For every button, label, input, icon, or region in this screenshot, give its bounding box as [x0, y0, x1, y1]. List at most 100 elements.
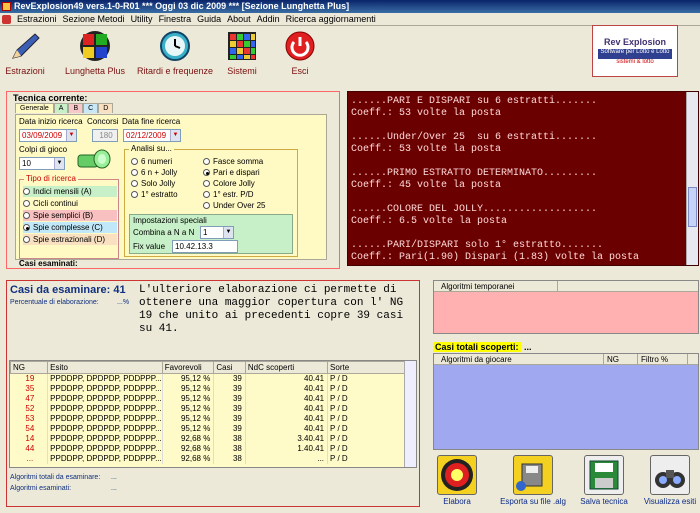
menu-estrazioni[interactable]: Estrazioni: [14, 13, 60, 25]
col-sorte[interactable]: Sorte: [327, 361, 406, 374]
tab-b[interactable]: B: [68, 103, 84, 113]
concorsi-field: 180: [92, 129, 118, 142]
sistemi-button[interactable]: Sistemi: [220, 30, 264, 76]
fix-value-label: Fix value: [133, 242, 166, 251]
algoritmi-esaminati-label: Algoritmi esaminati:: [10, 485, 72, 492]
console-line: ......PARI/DISPARI solo 1° estratto.....…: [351, 240, 604, 251]
output-console: ......PARI E DISPARI su 6 estratti......…: [347, 91, 699, 266]
radio-spie-semplici[interactable]: Spie semplici (B): [23, 210, 117, 221]
data-inizio-picker[interactable]: 03/09/2009 ▼: [19, 129, 77, 142]
tab-generale[interactable]: Generale: [15, 103, 54, 113]
window-title: RevExplosion49 vers.1-0-R01 *** Oggi 03 …: [14, 1, 350, 11]
menu-app-icon[interactable]: [2, 15, 11, 24]
combina-select[interactable]: 1 ▼: [200, 226, 234, 239]
console-line: ......PRIMO ESTRATTO DETERMINATO........…: [351, 168, 598, 179]
concorsi-label: Concorsi: [87, 117, 119, 126]
data-fine-picker[interactable]: 02/12/2009 ▼: [123, 129, 181, 142]
col-ndc-scoperti[interactable]: NdC scoperti: [244, 361, 329, 374]
table-row[interactable]: 53 PPDDPP, DPDPDP, PDDPPP... 95,12 % 39 40.4…: [10, 413, 406, 424]
radio-6n-jolly[interactable]: 6 n + Jolly: [131, 167, 178, 178]
radio-spie-complesse[interactable]: Spie complesse (C): [23, 222, 117, 233]
table-row[interactable]: 44 PPDDPP, DPDPDP, PDDPPP... 92,68 % 38 1.40…: [10, 443, 406, 454]
chevron-down-icon: ▼: [66, 130, 76, 141]
impostazioni-speciali-group: Impostazioni speciali Combina a N a N 1 ▼…: [129, 214, 293, 254]
lens-icon[interactable]: [76, 149, 112, 171]
percentuale-label: Percentuale di elaborazione:: [10, 299, 99, 306]
menu-utility[interactable]: Utility: [128, 13, 156, 25]
tab-d[interactable]: D: [98, 103, 114, 113]
radio-1-estr-pd[interactable]: 1° estr. P/D: [203, 189, 265, 200]
lunghetta-plus-button[interactable]: Lunghetta Plus: [62, 30, 128, 76]
revexplosion-logo: Rev Explosion Software per Lotto e Lotto…: [592, 25, 678, 77]
esporta-alg-button[interactable]: Esporta su file .alg: [496, 455, 570, 506]
table-row[interactable]: 35 PPDDPP, DPDPDP, PDDPPP... 95,12 % 39 40.4…: [10, 383, 406, 394]
col-ng[interactable]: NG: [604, 354, 638, 364]
app-icon: [2, 2, 11, 11]
menu-ricerca-aggiornamenti[interactable]: Ricerca aggiornamenti: [283, 13, 379, 25]
table-row[interactable]: 19 PPDDPP, DPDPDP, PDDPPP... 95,12 % 39 40.4…: [10, 373, 406, 384]
console-line: Coeff.: 53 volte la posta: [351, 144, 502, 155]
table-row[interactable]: 54 PPDDPP, DPDPDP, PDDPPP... 95,12 % 39 40.4…: [10, 423, 406, 434]
console-scrollbar[interactable]: [686, 92, 698, 265]
table-row[interactable]: 52 PPDDPP, DPDPDP, PDDPPP... 95,12 % 39 40.4…: [10, 403, 406, 414]
table-row[interactable]: ... PPDDPP, DPDPDP, PDDPPP... 92,68 % 38...…: [10, 453, 406, 464]
radio-pari-dispari[interactable]: Pari e dispari: [203, 167, 265, 178]
menu-about[interactable]: About: [224, 13, 254, 25]
visualizza-esiti-button[interactable]: Visualizza esiti: [641, 455, 699, 506]
data-fine-label: Data fine ricerca: [122, 117, 181, 126]
tecnica-title: Tecnica corrente:: [13, 93, 88, 103]
tecnica-generale-content: Data inizio ricerca 03/09/2009 ▼ Concorsi…: [15, 114, 327, 260]
table-row[interactable]: 47 PPDDPP, DPDPDP, PDDPPP... 95,12 % 39 40.4…: [10, 393, 406, 404]
radio-under-over[interactable]: Under Over 25: [203, 200, 265, 211]
col-favorevoli[interactable]: Favorevoli: [161, 361, 215, 374]
ritardi-frequenze-button[interactable]: Ritardi e frequenze: [134, 30, 216, 76]
quadrant-icon: [79, 30, 111, 62]
elabora-button[interactable]: Elabora: [432, 455, 482, 506]
menu-sezione-metodi[interactable]: Sezione Metodi: [60, 13, 128, 25]
radio-solo-jolly[interactable]: Solo Jolly: [131, 178, 178, 189]
estrazioni-button[interactable]: Estrazioni: [4, 30, 46, 76]
radio-colore-jolly[interactable]: Colore Jolly: [203, 178, 265, 189]
algoritmi-da-giocare-panel: Algoritmi da giocare NG Filtro %: [433, 353, 699, 450]
chevron-down-icon: ▼: [223, 227, 233, 238]
algoritmi-temporanei-header: Algoritmi temporanei: [438, 281, 558, 291]
algoritmi-totali-value: ...: [111, 474, 117, 481]
col-filtro[interactable]: Filtro %: [638, 354, 688, 364]
radio-spie-estrazionali[interactable]: Spie estrazionali (D): [23, 234, 117, 245]
salva-tecnica-button[interactable]: Salva tecnica: [578, 455, 630, 506]
radio-1-estratto[interactable]: 1° estratto: [131, 189, 178, 200]
menu-addin[interactable]: Addin: [254, 13, 283, 25]
console-line: ......COLORE DEL JOLLY..................…: [351, 204, 598, 215]
console-line: ......Under/Over 25 su 6 estratti.......: [351, 132, 598, 143]
clock-icon: [159, 30, 191, 62]
tecnica-tabs: Generale A B C D: [15, 103, 114, 113]
menu-finestra[interactable]: Finestra: [156, 13, 195, 25]
col-algoritmi-da-giocare[interactable]: Algoritmi da giocare: [438, 354, 604, 364]
console-line: Coeff.: 45 volte la posta: [351, 180, 502, 191]
percentuale-value: ...%: [117, 299, 130, 306]
radio-fasce-somma[interactable]: Fasce somma: [203, 156, 265, 167]
tab-c[interactable]: C: [83, 103, 99, 113]
table-row[interactable]: 14 PPDDPP, DPDPDP, PDDPPP... 92,68 % 38 3.40…: [10, 433, 406, 444]
console-line: Coeff.: Pari(1.90) Dispari (1.83) volte …: [351, 252, 640, 263]
radio-indici-mensili[interactable]: Indici mensili (A): [23, 186, 117, 197]
radio-cicli-continui[interactable]: Cicli continui: [23, 198, 117, 209]
fix-value-input[interactable]: 10.42.13.3: [172, 240, 238, 253]
scrollbar-thumb[interactable]: [688, 187, 697, 227]
casi-esaminati-label: Casi esaminati:: [19, 259, 78, 268]
colpi-select[interactable]: 10 ▼: [19, 157, 65, 170]
col-ng[interactable]: NG: [10, 361, 49, 374]
window-titlebar: RevExplosion49 vers.1-0-R01 *** Oggi 03 …: [0, 0, 700, 13]
table-scrollbar[interactable]: [404, 361, 416, 467]
tecnica-corrente-panel: Tecnica corrente: Generale A B C D Data …: [6, 91, 340, 269]
radio-6-numeri[interactable]: 6 numeri: [131, 156, 178, 167]
grid-icon: [226, 30, 258, 62]
col-casi[interactable]: Casi: [213, 361, 246, 374]
tab-a[interactable]: A: [53, 103, 69, 113]
casi-panel: Casi da esaminare: 41 Percentuale di ela…: [6, 280, 420, 507]
col-esito[interactable]: Esito: [47, 361, 163, 374]
esci-button[interactable]: Esci: [280, 30, 320, 76]
menu-guida[interactable]: Guida: [194, 13, 224, 25]
